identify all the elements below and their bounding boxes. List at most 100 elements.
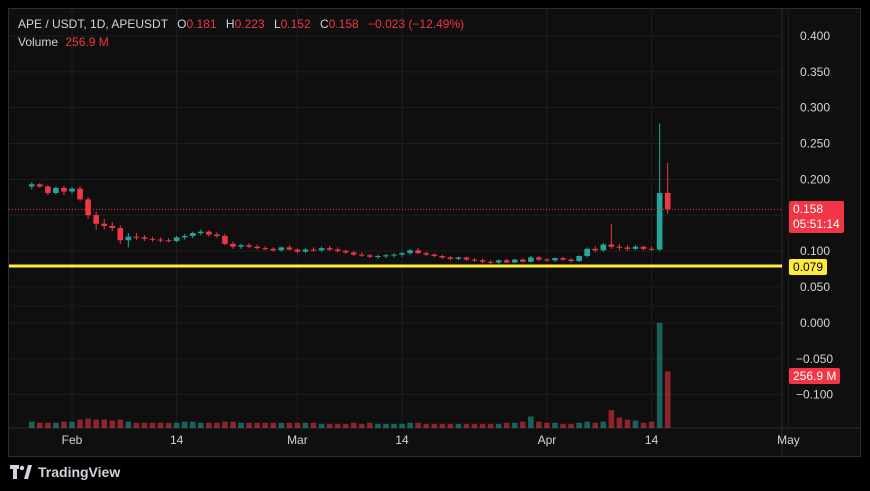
last-price-tag: 0.158 05:51:14 [789,201,844,233]
brand-name: TradingView [38,464,121,480]
volume-bar [173,422,180,428]
close-label: C [320,17,329,31]
candle-body [165,240,172,242]
candle-body [318,248,325,251]
price-tick-label: 0.100 [800,244,830,258]
countdown-timer: 05:51:14 [793,217,840,231]
time-tick-label: Mar [287,433,308,447]
candle-body [117,228,124,241]
candle-body [37,184,43,187]
high-value: 0.223 [234,17,265,31]
volume-bar [77,419,83,428]
candle-body [455,257,462,259]
volume-bar [528,416,534,428]
candle-body [463,257,470,260]
candle-body [350,252,357,255]
candle-body [45,186,51,193]
volume-bar [222,421,228,428]
candle-body [399,253,405,255]
volume-bar [375,423,381,428]
volume-bar [399,423,405,428]
price-tick-label: 0.350 [800,65,830,79]
open-value: 0.181 [186,17,217,31]
volume-bar [552,422,558,428]
chart-svg[interactable]: 0.4000.3500.3000.2500.2000.1500.1000.050… [0,0,870,491]
volume-bar [334,423,341,428]
candle-body [600,244,607,251]
volume-bar [608,410,615,428]
volume-bar [407,422,413,428]
candle-body [141,237,148,239]
price-tick-label: 0.250 [800,137,830,151]
last-price-value: 0.158 [793,202,824,216]
close-value: 0.158 [328,17,359,31]
volume-bar [600,421,607,428]
candle-body [375,256,381,258]
volume-bar [664,371,671,428]
symbol-title[interactable]: APE / USDT, 1D, APEUSDT [18,17,168,31]
volume-tick-label: −0.100 [796,388,833,402]
volume-bar [28,421,35,428]
volume-bar [53,422,59,428]
volume-bar [125,421,132,428]
candle-body [608,244,615,247]
volume-bar [648,421,655,428]
candle-body [238,245,244,247]
volume-bar [536,421,542,428]
candle-body [246,245,252,247]
candle-body [616,246,623,248]
volume-bar [367,422,373,428]
hline-price-tag[interactable]: 0.079 [789,259,828,275]
candle-body [407,250,413,254]
volume-bar [584,421,590,428]
candle-body [270,248,277,251]
low-value: 0.152 [280,17,311,31]
candle-body [254,246,260,249]
volume-bar [286,422,293,428]
candle-body [173,237,180,241]
volume-bar [238,422,244,428]
high-label: H [225,17,235,31]
candle-body [487,261,494,263]
volume-bar [310,422,317,428]
volume-bar [117,419,124,428]
candle-body [342,251,349,253]
candle-body [584,248,590,257]
volume-bar [133,422,140,428]
volume-label[interactable]: Volume [18,35,58,49]
volume-tag: 256.9 M [789,368,841,384]
volume-bar [149,422,156,428]
low-label: L [273,17,281,31]
volume-bar [415,422,421,428]
volume-bar [495,423,502,428]
candle-body [53,187,59,193]
candle-body [359,254,365,256]
volume-bar [350,422,357,428]
candle-body [415,250,421,254]
volume-legend: Volume 256.9 M [18,35,109,49]
candle-body [479,260,486,262]
volume-bar [560,423,566,428]
volume-bar [214,422,220,428]
time-tick-label: May [777,433,800,447]
volume-bar [576,422,582,428]
candle-body [189,233,196,236]
volume-bar [463,423,470,428]
volume-bar [45,422,51,428]
volume-bar [423,423,429,428]
candle-body [391,254,397,256]
candle-body [576,256,582,262]
price-tick-label: 0.400 [800,29,830,43]
volume-tick-label: 0.000 [800,316,830,330]
candle-body [528,257,534,262]
volume-bar [391,423,397,428]
tradingview-logo[interactable]: TradingView [10,464,120,480]
volume-bar [544,422,550,428]
candle-body [69,188,75,192]
candle-body [503,260,510,263]
volume-bar [254,422,260,428]
time-tick-label: Apr [538,433,557,447]
candle-body [592,248,599,251]
volume-bar [189,421,196,428]
candle-body [230,243,236,247]
